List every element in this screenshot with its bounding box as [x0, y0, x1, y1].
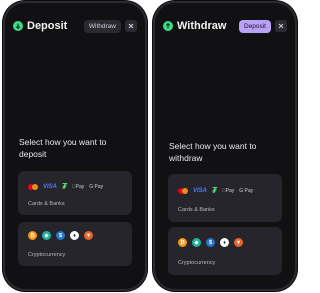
- ethereum-icon: ♦: [220, 238, 229, 247]
- bitcoin-icon: ₿: [178, 238, 187, 247]
- shiba-icon: ▼: [234, 238, 243, 247]
- phone-deposit: Deposit Withdraw Select how you want to …: [5, 3, 145, 289]
- google-pay-icon: G Pay: [85, 183, 103, 190]
- brand-logo-icon: [163, 21, 173, 31]
- apple-pay-icon: Pay: [71, 183, 84, 190]
- mastercard-icon: [178, 187, 188, 194]
- mastercard-icon: [28, 183, 38, 190]
- usdc-icon: $: [56, 231, 65, 240]
- google-pay-icon: G Pay: [235, 187, 253, 194]
- shiba-icon: ▼: [84, 231, 93, 240]
- cryptocurrency-label: Cryptocurrency: [178, 260, 216, 266]
- visa-icon: VISA: [193, 187, 208, 194]
- visa-icon: VISA: [43, 183, 58, 190]
- bitcoin-icon: ₿: [28, 231, 37, 240]
- page-title: Deposit: [27, 20, 68, 32]
- brand-logo-icon: [13, 21, 23, 31]
- deposit-button[interactable]: Deposit: [238, 19, 271, 33]
- header: Withdraw Deposit: [155, 15, 295, 37]
- prompt-text: Select how you want to deposit: [19, 137, 107, 159]
- diamond-icon: ◆: [42, 231, 51, 240]
- page-title: Withdraw: [177, 20, 227, 32]
- cards-banks-label: Cards & Banks: [28, 201, 65, 207]
- cryptocurrency-option[interactable]: ₿ ◆ $ ♦ ▼ Cryptocurrency: [18, 222, 132, 266]
- close-icon[interactable]: [275, 20, 287, 32]
- phone-withdraw: Withdraw Deposit Select how you want to …: [155, 3, 295, 289]
- close-icon[interactable]: [125, 20, 137, 32]
- cards-banks-option[interactable]: VISA ₮ Pay G Pay Cards & Banks: [18, 171, 132, 215]
- usdc-icon: $: [206, 238, 215, 247]
- ethereum-icon: ♦: [70, 231, 79, 240]
- diamond-icon: ◆: [192, 238, 201, 247]
- tether-icon: ₮: [62, 182, 67, 191]
- header: Deposit Withdraw: [5, 15, 145, 37]
- apple-pay-icon: Pay: [221, 187, 234, 194]
- cryptocurrency-option[interactable]: ₿ ◆ $ ♦ ▼ Cryptocurrency: [168, 227, 282, 275]
- cards-banks-option[interactable]: VISA ₮ Pay G Pay Cards & Banks: [168, 174, 282, 222]
- tether-icon: ₮: [212, 186, 217, 195]
- cryptocurrency-label: Cryptocurrency: [28, 252, 66, 258]
- cards-banks-label: Cards & Banks: [178, 207, 215, 213]
- prompt-text: Select how you want to withdraw: [169, 141, 257, 163]
- withdraw-button[interactable]: Withdraw: [83, 19, 121, 33]
